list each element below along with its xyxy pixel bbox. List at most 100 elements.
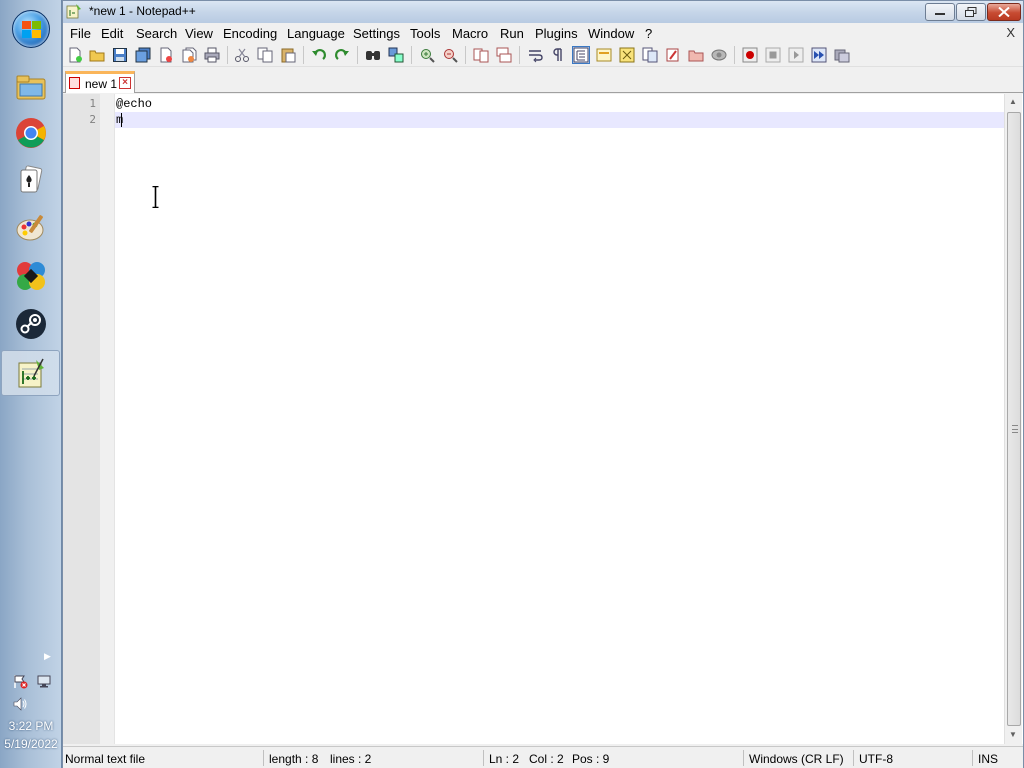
menu-bar: File Edit Search View Encoding Language … [63,23,1023,43]
copy-button[interactable] [256,46,274,64]
cut-button[interactable] [233,46,251,64]
undo-button[interactable] [310,46,328,64]
action-center-flag-icon[interactable] [12,673,28,689]
save-all-button[interactable] [134,46,152,64]
tray-expand-icon[interactable]: ▶ [44,651,51,662]
close-document-button[interactable]: X [1006,25,1015,40]
paste-button[interactable] [279,46,297,64]
menu-encoding[interactable]: Encoding [223,26,277,41]
menu-edit[interactable]: Edit [101,26,123,41]
play-macro-button[interactable] [787,46,805,64]
indent-guide-button[interactable] [572,46,590,64]
windows-logo-icon [22,21,42,39]
function-list-icon [666,48,679,62]
start-button[interactable] [12,10,50,48]
clock-time[interactable]: 3:22 PM [0,719,62,733]
indent-guide-icon [573,47,589,63]
word-wrap-button[interactable] [526,46,544,64]
redo-button[interactable] [333,46,351,64]
editor-area[interactable]: 1 2 @echo m ▲ ▼ [63,94,1023,744]
scroll-thumb[interactable] [1007,112,1021,726]
maximize-button[interactable] [956,3,986,21]
sync-horizontal-button[interactable] [495,46,513,64]
taskbar-solitaire[interactable] [0,157,61,203]
status-bar: Normal text file length : 8 lines : 2 Ln… [63,746,1023,768]
taskbar-notepadpp[interactable] [1,350,60,396]
network-icon[interactable] [36,673,52,689]
monitoring-button[interactable] [710,46,728,64]
document-list-icon [642,47,658,63]
window-title: *new 1 - Notepad++ [89,4,196,18]
minimize-icon [935,13,945,15]
taskbar-chrome[interactable] [0,110,61,156]
vertical-scrollbar[interactable]: ▲ ▼ [1004,94,1022,744]
status-length: length : 8 [269,752,319,766]
show-all-characters-button[interactable] [549,46,567,64]
scroll-down-icon[interactable]: ▼ [1009,730,1017,739]
status-encoding[interactable]: UTF-8 [859,752,893,766]
close-window-button[interactable] [987,3,1021,21]
file-explorer-icon [16,75,45,100]
menu-plugins[interactable]: Plugins [535,26,578,41]
menu-help[interactable]: ? [645,26,652,41]
steam-icon [15,309,46,339]
taskbar-steam[interactable] [0,301,61,347]
sync-vertical-button[interactable] [472,46,490,64]
zoom-out-button[interactable] [441,46,459,64]
close-all-icon [182,47,197,63]
close-file-button[interactable] [157,46,175,64]
zoom-in-button[interactable] [418,46,436,64]
tab-new-1[interactable]: new 1 × [65,71,135,93]
open-file-button[interactable] [88,46,106,64]
new-file-button[interactable] [66,46,84,64]
status-eol[interactable]: Windows (CR LF) [749,752,844,766]
document-list-button[interactable] [641,46,659,64]
menu-run[interactable]: Run [500,26,524,41]
find-button[interactable] [364,46,382,64]
replace-icon [388,47,404,63]
document-map-button[interactable] [618,46,636,64]
unsaved-file-icon [69,77,80,89]
word-wrap-icon [529,50,543,63]
save-macro-button[interactable] [833,46,851,64]
play-icon [788,47,804,63]
function-list-button[interactable] [664,46,682,64]
menu-tools[interactable]: Tools [410,26,440,41]
binoculars-icon [366,51,380,60]
title-bar[interactable]: *new 1 - Notepad++ [63,1,1023,23]
menu-view[interactable]: View [185,26,213,41]
pinwheel-app-icon [16,262,45,290]
sync-vertical-icon [473,48,489,63]
volume-icon[interactable] [12,697,28,711]
taskbar-pinwheel-app[interactable] [0,253,61,299]
restore-icon [965,7,977,17]
menu-window[interactable]: Window [588,26,634,41]
print-button[interactable] [203,46,221,64]
tab-close-button[interactable]: × [119,77,131,89]
menu-language[interactable]: Language [287,26,345,41]
replace-button[interactable] [387,46,405,64]
menu-file[interactable]: File [70,26,91,41]
menu-search[interactable]: Search [136,26,177,41]
taskbar-paint[interactable] [0,205,61,251]
save-macro-icon [834,49,850,63]
sync-horizontal-icon [496,47,512,63]
menu-settings[interactable]: Settings [353,26,400,41]
folder-as-workspace-button[interactable] [687,46,705,64]
close-all-button[interactable] [180,46,198,64]
fold-margin[interactable] [100,94,114,744]
paste-icon [281,48,296,63]
stop-macro-button[interactable] [764,46,782,64]
scroll-up-icon[interactable]: ▲ [1009,97,1017,106]
clock-date[interactable]: 5/19/2022 [0,737,62,751]
save-button[interactable] [111,46,129,64]
user-defined-language-button[interactable] [595,46,613,64]
record-macro-button[interactable] [741,46,759,64]
code-line[interactable]: @echo [116,97,152,111]
folder-workspace-icon [688,50,704,62]
taskbar-file-explorer[interactable] [0,64,61,110]
code-line[interactable]: m [116,113,123,127]
menu-macro[interactable]: Macro [452,26,488,41]
run-macro-multiple-button[interactable] [810,46,828,64]
minimize-button[interactable] [925,3,955,21]
